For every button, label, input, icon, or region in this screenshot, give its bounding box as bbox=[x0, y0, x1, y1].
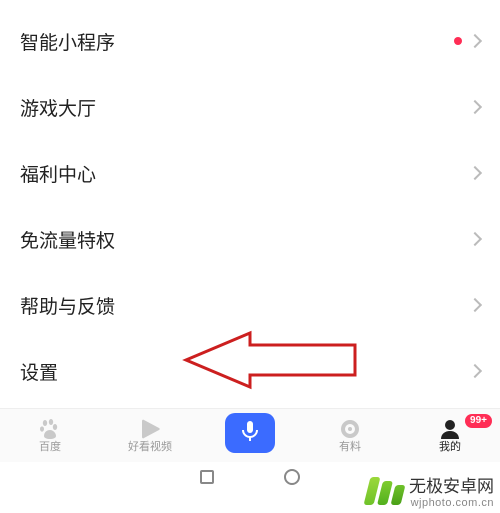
tab-baidu[interactable]: 百度 bbox=[0, 418, 100, 453]
chevron-right-icon bbox=[468, 232, 482, 246]
list-item-right bbox=[470, 366, 480, 376]
list-item-right bbox=[470, 168, 480, 178]
tab-label: 有料 bbox=[339, 442, 361, 453]
list-item-label: 设置 bbox=[20, 358, 58, 385]
tab-voice-search[interactable] bbox=[200, 419, 300, 453]
bottom-tabbar: 百度 好看视频 有料 99+ 我的 bbox=[0, 408, 500, 462]
paw-icon bbox=[38, 418, 62, 440]
list-item-label: 帮助与反馈 bbox=[20, 292, 115, 319]
system-home-icon[interactable] bbox=[284, 469, 300, 485]
watermark-logo-icon bbox=[367, 473, 403, 509]
list-item-settings[interactable]: 设置 bbox=[20, 338, 480, 404]
list-item-smart-miniapp[interactable]: 智能小程序 bbox=[20, 8, 480, 74]
system-recent-icon[interactable] bbox=[200, 470, 214, 484]
person-icon bbox=[438, 418, 462, 440]
tab-label: 好看视频 bbox=[128, 442, 172, 453]
mic-button[interactable] bbox=[225, 413, 275, 453]
list-item-label: 智能小程序 bbox=[20, 28, 115, 55]
chevron-right-icon bbox=[468, 166, 482, 180]
notification-dot-icon bbox=[454, 37, 462, 45]
watermark: 无极安卓网 wjphoto.com.cn bbox=[367, 472, 494, 509]
list-item-right bbox=[470, 234, 480, 244]
chevron-right-icon bbox=[468, 34, 482, 48]
list-item-label: 免流量特权 bbox=[20, 226, 115, 253]
list-item-right bbox=[470, 300, 480, 310]
play-icon bbox=[138, 418, 162, 440]
chevron-right-icon bbox=[468, 298, 482, 312]
list-item-welfare-center[interactable]: 福利中心 bbox=[20, 140, 480, 206]
disc-icon bbox=[338, 418, 362, 440]
list-item-label: 福利中心 bbox=[20, 160, 96, 187]
tab-haokan[interactable]: 好看视频 bbox=[100, 418, 200, 453]
list-item-data-free[interactable]: 免流量特权 bbox=[20, 206, 480, 272]
tab-label: 我的 bbox=[439, 442, 461, 453]
settings-list: 智能小程序 游戏大厅 福利中心 免流量特权 帮助与反馈 设置 bbox=[0, 0, 500, 404]
list-item-right bbox=[470, 102, 480, 112]
tab-wode[interactable]: 99+ 我的 bbox=[400, 418, 500, 453]
chevron-right-icon bbox=[468, 100, 482, 114]
watermark-url: wjphoto.com.cn bbox=[409, 497, 494, 509]
chevron-right-icon bbox=[468, 364, 482, 378]
tab-youliao[interactable]: 有料 bbox=[300, 418, 400, 453]
list-item-label: 游戏大厅 bbox=[20, 94, 96, 121]
list-item-help-feedback[interactable]: 帮助与反馈 bbox=[20, 272, 480, 338]
list-item-game-center[interactable]: 游戏大厅 bbox=[20, 74, 480, 140]
badge-count: 99+ bbox=[465, 414, 492, 428]
tab-label: 百度 bbox=[39, 442, 61, 453]
watermark-title: 无极安卓网 bbox=[409, 472, 494, 497]
mic-icon bbox=[241, 420, 259, 445]
list-item-right bbox=[454, 36, 480, 46]
